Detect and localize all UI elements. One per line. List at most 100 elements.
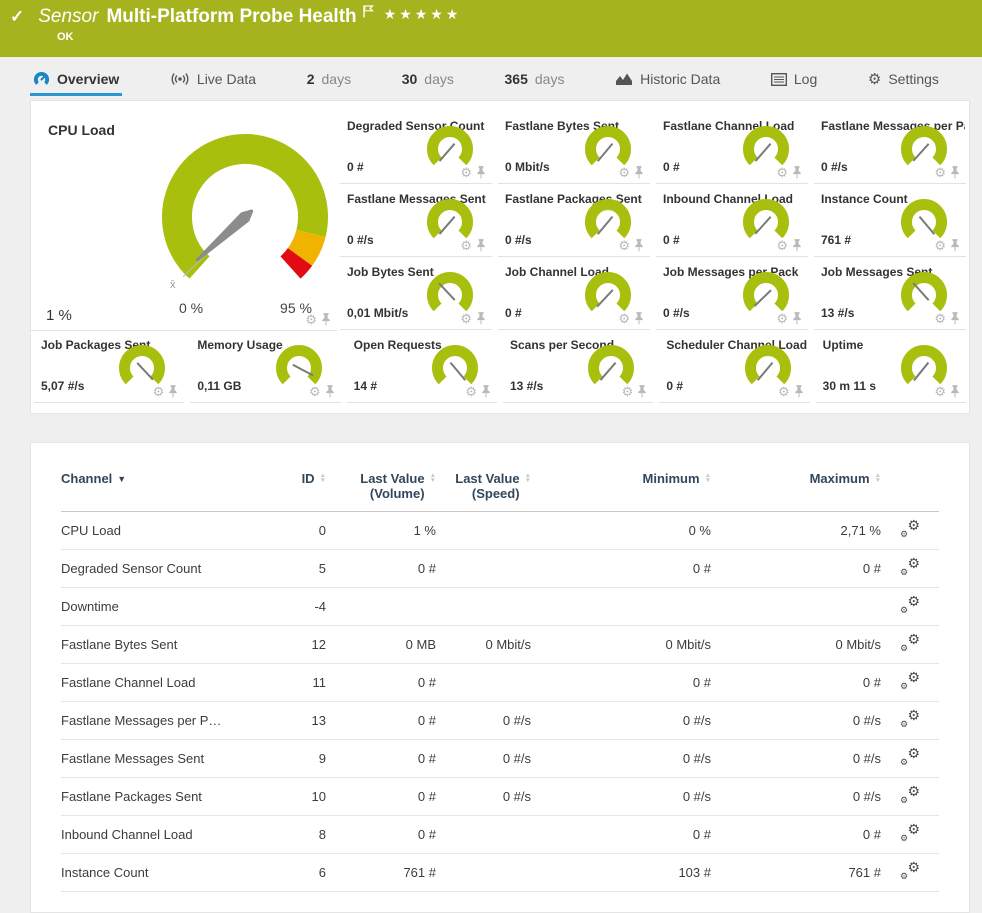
pin-icon[interactable] [168, 384, 178, 398]
sort-toggle-icon[interactable]: ▲▼ [705, 473, 711, 483]
column-header-id[interactable]: ID▲▼ [266, 457, 326, 512]
tab-number: 2 [307, 71, 315, 87]
gauge-settings-gear-icon[interactable]: ⚙ [934, 166, 946, 179]
cell-channel-settings: ⚙⚙ [881, 702, 939, 740]
tab-historic-data[interactable]: Historic Data [612, 65, 723, 96]
pin-icon[interactable] [950, 165, 960, 179]
pin-icon[interactable] [634, 311, 644, 325]
pin-icon[interactable] [481, 384, 491, 398]
cell-minimum: 0 % [531, 512, 711, 550]
gauge-settings-gear-icon[interactable]: ⚙ [618, 312, 630, 325]
gauge-value: 0 #/s [505, 233, 532, 247]
gauge-settings-gear-icon[interactable]: ⚙ [934, 239, 946, 252]
gauge-settings-gear-icon[interactable]: ⚙ [153, 385, 165, 398]
pin-icon[interactable] [950, 384, 960, 398]
tab-2-days[interactable]: 2days [304, 65, 354, 96]
column-header-maximum[interactable]: Maximum▲▼ [711, 457, 881, 512]
gauge-value: 0 # [347, 160, 364, 174]
gauge-settings-gear-icon[interactable]: ⚙ [465, 385, 477, 398]
cpu-load-gauge-dial [157, 129, 333, 305]
cell-channel-settings: ⚙⚙ [881, 512, 939, 550]
column-header-minimum[interactable]: Minimum▲▼ [531, 457, 711, 512]
cell-channel-settings: ⚙⚙ [881, 588, 939, 626]
gauge-settings-gear-icon[interactable]: ⚙ [934, 385, 946, 398]
pin-icon[interactable] [950, 311, 960, 325]
table-row-cpu-load: CPU Load01 %0 %2,71 %⚙⚙ [61, 512, 939, 550]
gauge-settings-gear-icon[interactable]: ⚙ [776, 166, 788, 179]
tab-overview[interactable]: Overview [30, 65, 122, 96]
gauge-average-marker: x̄ [170, 279, 176, 291]
gauge-settings-gear-icon[interactable]: ⚙ [618, 166, 630, 179]
tab-label: Live Data [197, 71, 256, 87]
cell-last-speed: 0 Mbit/s [436, 626, 531, 664]
gauge-settings-gear-icon[interactable]: ⚙ [776, 239, 788, 252]
gauge-title: CPU Load [48, 122, 115, 138]
pin-icon[interactable] [476, 311, 486, 325]
tab-30-days[interactable]: 30days [399, 65, 457, 96]
table-row-fastlane-messages-sent: Fastlane Messages Sent90 #0 #/s0 #/s0 #/… [61, 740, 939, 778]
sort-toggle-icon[interactable]: ▲▼ [525, 473, 531, 483]
tab-settings[interactable]: ⚙Settings [865, 65, 942, 96]
cell-minimum: 0 # [531, 550, 711, 588]
column-label: Channel [61, 471, 112, 486]
tab-365-days[interactable]: 365days [502, 65, 568, 96]
pin-icon[interactable] [325, 384, 335, 398]
gauge-settings-gear-icon[interactable]: ⚙ [776, 312, 788, 325]
cell-minimum: 0 # [531, 816, 711, 854]
cell-id: 9 [266, 740, 326, 778]
pin-icon[interactable] [476, 238, 486, 252]
channel-settings-gears-icon[interactable]: ⚙⚙ [900, 597, 920, 613]
gauge-value: 13 #/s [821, 306, 854, 320]
sort-toggle-icon[interactable]: ▲▼ [320, 473, 326, 483]
cell-maximum: 761 # [711, 854, 881, 892]
tab-log[interactable]: Log [768, 65, 820, 96]
cell-id: 0 [266, 512, 326, 550]
pin-icon[interactable] [476, 165, 486, 179]
gauge-settings-gear-icon[interactable]: ⚙ [460, 239, 472, 252]
gauge-settings-gear-icon[interactable]: ⚙ [309, 385, 321, 398]
pin-icon[interactable] [792, 165, 802, 179]
channel-settings-gears-icon[interactable]: ⚙⚙ [900, 711, 920, 727]
gauge-settings-gear-icon[interactable]: ⚙ [618, 239, 630, 252]
column-header-last-value-volume[interactable]: Last Value(Volume)▲▼ [326, 457, 436, 512]
pin-icon[interactable] [637, 384, 647, 398]
priority-stars[interactable]: ★★★★★ [384, 6, 462, 23]
pin-icon[interactable] [794, 384, 804, 398]
gauge-settings-gear-icon[interactable]: ⚙ [460, 166, 472, 179]
channel-settings-gears-icon[interactable]: ⚙⚙ [900, 559, 920, 575]
pin-icon[interactable] [792, 238, 802, 252]
channel-settings-gears-icon[interactable]: ⚙⚙ [900, 673, 920, 689]
channel-settings-gears-icon[interactable]: ⚙⚙ [900, 635, 920, 651]
pin-icon[interactable] [792, 311, 802, 325]
pin-icon[interactable] [321, 312, 331, 326]
sort-toggle-icon[interactable]: ▲▼ [430, 473, 436, 483]
gauge-settings-gear-icon[interactable]: ⚙ [934, 312, 946, 325]
channel-settings-gears-icon[interactable]: ⚙⚙ [900, 787, 920, 803]
cell-channel: Fastlane Packages Sent [61, 778, 266, 816]
channel-settings-gears-icon[interactable]: ⚙⚙ [900, 521, 920, 537]
historic-data-icon [615, 72, 633, 86]
priority-flag-icon[interactable] [363, 2, 374, 24]
pin-icon[interactable] [634, 165, 644, 179]
sort-desc-icon[interactable]: ▼ [117, 474, 126, 484]
gauge-settings-gear-icon[interactable]: ⚙ [305, 313, 317, 326]
column-header-channel[interactable]: Channel ▼ [61, 457, 266, 512]
channel-settings-gears-icon[interactable]: ⚙⚙ [900, 825, 920, 841]
gauge-value: 30 m 11 s [823, 379, 876, 393]
log-icon [771, 73, 787, 86]
cell-maximum: 0 #/s [711, 740, 881, 778]
tab-label: Log [794, 71, 817, 87]
table-row-fastlane-bytes-sent: Fastlane Bytes Sent120 MB0 Mbit/s0 Mbit/… [61, 626, 939, 664]
pin-icon[interactable] [634, 238, 644, 252]
column-header-last-value-speed[interactable]: Last Value(Speed)▲▼ [436, 457, 531, 512]
channel-settings-gears-icon[interactable]: ⚙⚙ [900, 863, 920, 879]
tab-live-data[interactable]: Live Data [167, 65, 259, 96]
gauge-settings-gear-icon[interactable]: ⚙ [778, 385, 790, 398]
gauge-value: 1 % [46, 307, 72, 324]
gauge-icon [33, 71, 50, 88]
gauge-settings-gear-icon[interactable]: ⚙ [622, 385, 634, 398]
gauge-settings-gear-icon[interactable]: ⚙ [460, 312, 472, 325]
sort-toggle-icon[interactable]: ▲▼ [875, 473, 881, 483]
channel-settings-gears-icon[interactable]: ⚙⚙ [900, 749, 920, 765]
pin-icon[interactable] [950, 238, 960, 252]
